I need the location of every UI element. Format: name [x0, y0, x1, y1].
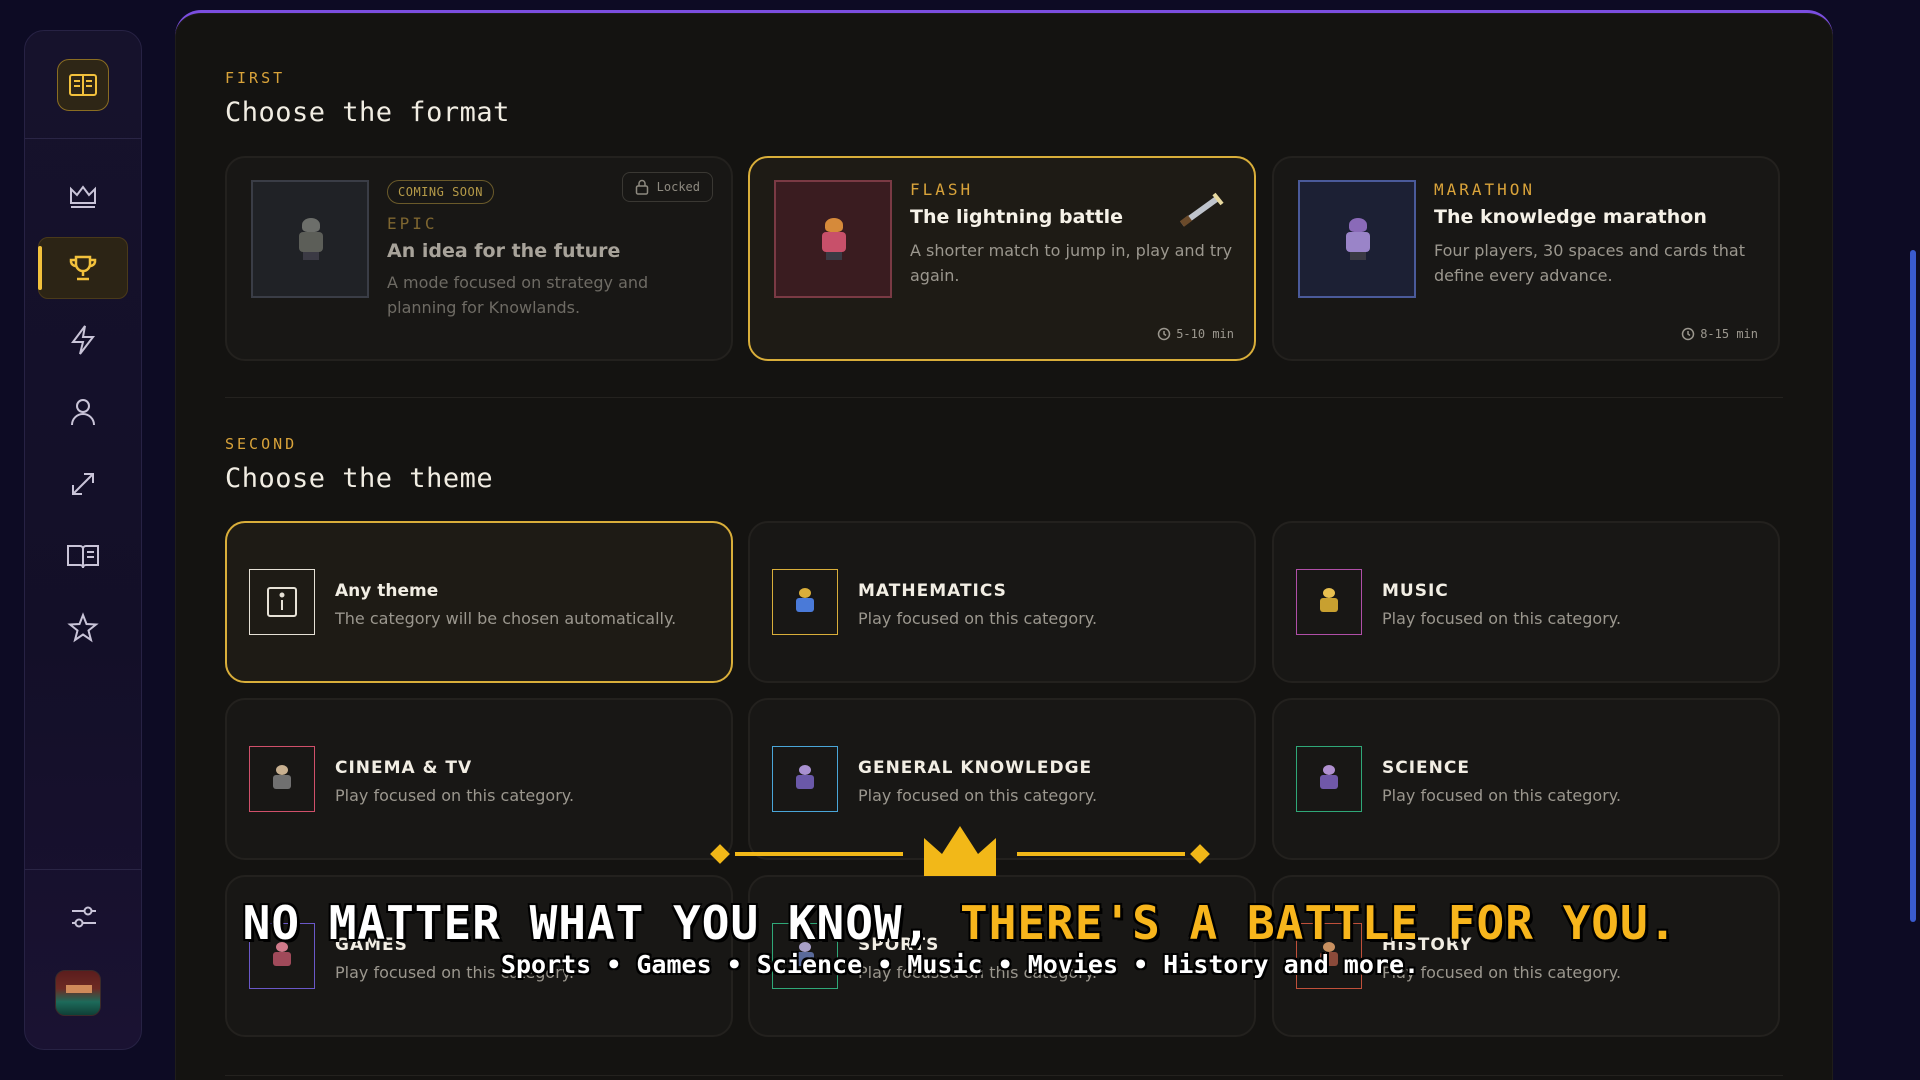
theme-title: SCIENCE [1382, 758, 1470, 778]
theme-description: Play focused on this category. [1382, 786, 1622, 805]
coming-soon-badge: COMING SOON [387, 180, 494, 204]
theme-card-general-knowledge[interactable]: GENERAL KNOWLEDGE Play focused on this c… [748, 698, 1256, 860]
banner-headline-gold: THERE'S A BATTLE FOR YOU. [960, 896, 1678, 950]
marathon-sprite-icon [1340, 214, 1376, 264]
sidebar-item-flash[interactable] [38, 309, 128, 371]
locked-badge: Locked [621, 172, 713, 202]
marathon-description: Four players, 30 spaces and cards that d… [1434, 241, 1745, 285]
marathon-title: The knowledge marathon [1434, 206, 1707, 228]
clock-icon [1157, 327, 1171, 341]
sidebar-item-ranking[interactable] [38, 165, 128, 227]
format-card-marathon[interactable]: MARATHON The knowledge marathon Four pla… [1272, 156, 1780, 361]
marathon-duration: 8-15 min [1681, 327, 1758, 341]
section-divider [225, 1075, 1783, 1076]
theme-section-title: Choose the theme [225, 463, 494, 494]
sidebar-item-profile[interactable] [38, 381, 128, 443]
music-sprite-icon [1296, 569, 1362, 635]
sidebar-header [25, 31, 141, 139]
theme-title: Any theme [335, 581, 439, 601]
marathon-time-label: 8-15 min [1700, 327, 1758, 341]
format-section-kicker: FIRST [225, 69, 286, 87]
flash-kicker: FLASH [910, 180, 974, 199]
theme-description: Play focused on this category. [858, 609, 1098, 628]
flash-title: The lightning battle [910, 206, 1123, 228]
theme-card-music[interactable]: MUSIC Play focused on this category. [1272, 521, 1780, 683]
expand-icon [72, 473, 94, 495]
lock-icon [635, 179, 648, 195]
trophy-icon [69, 255, 97, 281]
science-sprite-icon [1296, 746, 1362, 812]
general-knowledge-sprite-icon [772, 746, 838, 812]
sidebar-item-expand[interactable] [38, 453, 128, 515]
banner-headline-white: NO MATTER WHAT YOU KNOW, [242, 896, 960, 950]
user-icon [71, 399, 95, 426]
theme-title: CINEMA & TV [335, 758, 473, 778]
flash-duration: 5-10 min [1157, 327, 1234, 341]
theme-description: Play focused on this category. [335, 786, 575, 805]
book-logo-icon[interactable] [57, 58, 109, 111]
theme-title: MATHEMATICS [858, 581, 1007, 601]
format-section-title: Choose the format [225, 97, 510, 128]
epic-thumbnail [251, 180, 369, 298]
clock-icon [1681, 327, 1695, 341]
crown-icon [70, 185, 96, 208]
locked-label: Locked [656, 180, 700, 194]
cinema-sprite-icon [249, 746, 315, 812]
theme-title: MUSIC [1382, 581, 1449, 601]
open-book-icon [67, 545, 99, 569]
theme-title: GENERAL KNOWLEDGE [858, 758, 1093, 778]
marathon-thumbnail [1298, 180, 1416, 298]
theme-description: Play focused on this category. [1382, 609, 1622, 628]
star-icon [67, 612, 99, 643]
scrollbar[interactable] [1910, 250, 1916, 922]
theme-card-science[interactable]: SCIENCE Play focused on this category. [1272, 698, 1780, 860]
flash-description: A shorter match to jump in, play and try… [910, 241, 1233, 285]
theme-description: Play focused on this category. [858, 786, 1098, 805]
theme-section-kicker: SECOND [225, 435, 298, 453]
epic-title: An idea for the future [387, 240, 621, 262]
sword-icon [1179, 192, 1224, 227]
epic-kicker: EPIC [387, 214, 438, 233]
theme-card-mathematics[interactable]: MATHEMATICS Play focused on this categor… [748, 521, 1256, 683]
mathematics-sprite-icon [772, 569, 838, 635]
info-icon [249, 569, 315, 635]
banner-line-right [1017, 852, 1185, 856]
flash-thumbnail [774, 180, 892, 298]
format-card-epic: COMING SOON Locked EPIC An idea for the … [225, 156, 733, 361]
sidebar-nav [25, 139, 141, 659]
theme-description: The category will be chosen automaticall… [335, 609, 677, 628]
crown-icon [924, 826, 996, 876]
section-divider [225, 397, 1783, 398]
sidebar-item-library[interactable] [38, 525, 128, 587]
flash-sprite-icon [816, 214, 852, 264]
epic-description: A mode focused on strategy and planning … [387, 273, 649, 317]
banner-subline: Sports • Games • Science • Music • Movie… [500, 950, 1420, 979]
banner-headline: NO MATTER WHAT YOU KNOW, THERE'S A BATTL… [0, 896, 1920, 950]
format-card-flash[interactable]: FLASH The lightning battle A shorter mat… [748, 156, 1256, 361]
lightning-icon [71, 325, 96, 355]
theme-card-cinema[interactable]: CINEMA & TV Play focused on this categor… [225, 698, 733, 860]
theme-card-any[interactable]: Any theme The category will be chosen au… [225, 521, 733, 683]
sidebar-item-battle[interactable] [38, 237, 128, 299]
banner-line-left [735, 852, 903, 856]
marathon-kicker: MARATHON [1434, 180, 1536, 199]
sidebar-item-favorites[interactable] [38, 597, 128, 659]
knight-sprite-icon [293, 214, 329, 264]
flash-time-label: 5-10 min [1176, 327, 1234, 341]
